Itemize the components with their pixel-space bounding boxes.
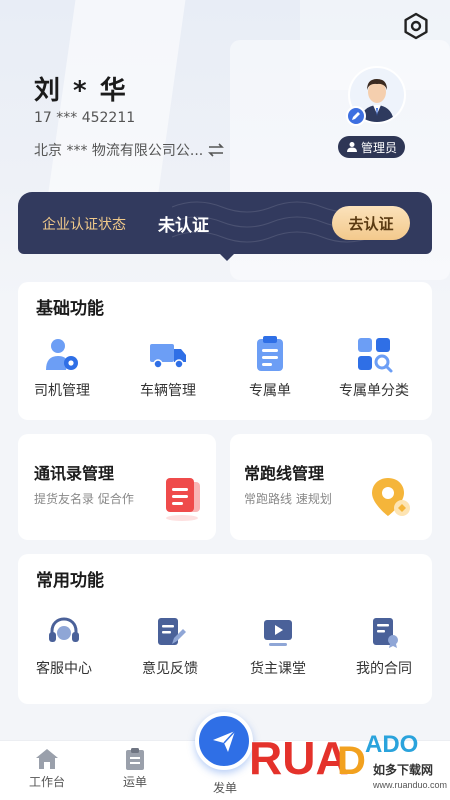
certify-button[interactable]: 去认证	[332, 206, 410, 240]
driver-management-item[interactable]: 司机管理	[12, 334, 112, 400]
common-functions-card: 常用功能 客服中心 意见反馈 货主课堂 我的合同	[18, 554, 432, 704]
banner-pointer	[218, 252, 236, 262]
certification-status: 未认证	[158, 216, 209, 236]
contacts-subtitle: 提货友名录 促合作	[34, 492, 134, 506]
pencil-icon	[352, 112, 360, 120]
common-functions-title: 常用功能	[36, 571, 104, 591]
contacts-card[interactable]: 通讯录管理 提货友名录 促合作	[18, 434, 216, 540]
feedback-label: 意见反馈	[142, 661, 198, 677]
tab-waybill-label: 运单	[122, 775, 147, 789]
svg-text:D: D	[337, 739, 366, 783]
tab-workbench-label: 工作台	[28, 775, 65, 789]
routes-subtitle: 常跑路线 速规划	[244, 492, 332, 506]
waybill-icon	[126, 748, 144, 770]
exclusive-category-item[interactable]: 专属单分类	[324, 334, 424, 400]
driver-gear-icon	[42, 334, 82, 374]
clipboard-icon	[250, 334, 290, 374]
exclusive-order-label: 专属单	[249, 383, 291, 399]
certification-label: 企业认证状态	[42, 217, 126, 233]
exclusive-category-label: 专属单分类	[339, 383, 409, 399]
home-icon	[36, 749, 58, 769]
contract-icon	[364, 612, 404, 652]
role-label: 管理员	[361, 140, 398, 155]
truck-icon	[148, 334, 188, 374]
my-contract-item[interactable]: 我的合同	[334, 612, 434, 678]
tab-waybill[interactable]: 运单	[100, 747, 170, 790]
tab-send-order-label: 发单	[212, 781, 237, 795]
customer-service-item[interactable]: 客服中心	[14, 612, 114, 678]
send-icon	[213, 730, 236, 752]
routes-card[interactable]: 常跑线管理 常跑路线 速规划	[230, 434, 432, 540]
shipper-class-item[interactable]: 货主课堂	[228, 612, 328, 678]
document-icon	[166, 478, 200, 521]
gear-icon	[404, 12, 428, 40]
exclusive-order-item[interactable]: 专属单	[220, 334, 320, 400]
watermark-logo: RUA D ADO 如多下载网 www.ruanduo.com	[249, 731, 447, 790]
shipper-class-label: 货主课堂	[250, 661, 306, 677]
tab-workbench[interactable]: 工作台	[12, 747, 82, 790]
vehicle-management-label: 车辆管理	[140, 383, 196, 399]
edit-document-icon	[150, 612, 190, 652]
user-name: 刘 * 华	[34, 76, 128, 106]
basic-functions-title: 基础功能	[36, 299, 104, 319]
watermark-tagline: 如多下载网	[373, 762, 433, 777]
settings-button[interactable]	[400, 10, 432, 42]
company-name: 北京 *** 物流有限公司公...	[34, 143, 204, 159]
video-play-icon	[258, 612, 298, 652]
location-pin-icon	[372, 478, 410, 516]
contacts-title: 通讯录管理	[34, 464, 115, 483]
role-badge: 管理员	[338, 136, 406, 158]
customer-service-label: 客服中心	[36, 661, 92, 677]
company-switcher[interactable]: 北京 *** 物流有限公司公...	[34, 140, 225, 160]
headset-icon	[44, 612, 84, 652]
routes-title: 常跑线管理	[244, 464, 325, 483]
driver-management-label: 司机管理	[34, 383, 90, 399]
edit-avatar-button[interactable]	[346, 106, 366, 126]
category-search-icon	[354, 334, 394, 374]
user-phone: 17 *** 452211	[34, 110, 136, 126]
watermark-url: www.ruanduo.com	[372, 780, 447, 790]
swap-icon	[208, 143, 225, 157]
basic-functions-card: 基础功能 司机管理 车辆管理 专属单 专属单分类	[18, 282, 432, 420]
feedback-item[interactable]: 意见反馈	[120, 612, 220, 678]
svg-text:RUA: RUA	[249, 732, 349, 784]
person-icon	[347, 142, 357, 152]
vehicle-management-item[interactable]: 车辆管理	[118, 334, 218, 400]
certification-banner: 企业认证状态 未认证 去认证	[18, 192, 432, 254]
my-contract-label: 我的合同	[356, 661, 412, 677]
svg-text:ADO: ADO	[365, 731, 418, 758]
